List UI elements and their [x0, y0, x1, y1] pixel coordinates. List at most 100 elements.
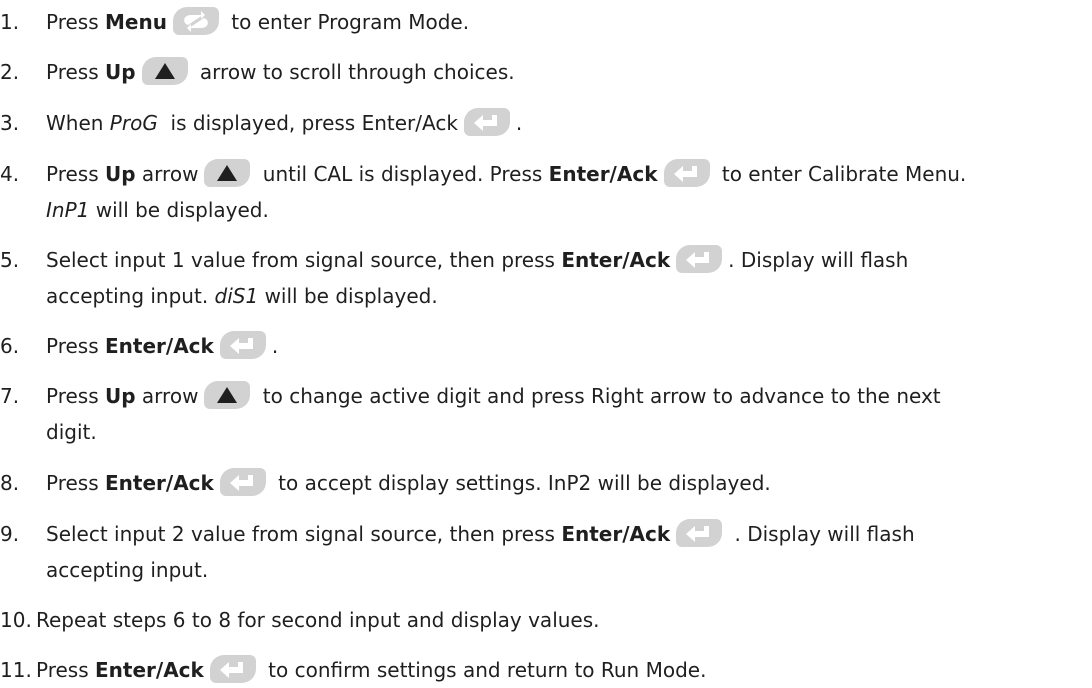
- text-run: until CAL is displayed. Press: [256, 162, 549, 186]
- display-code: diS1: [214, 284, 259, 308]
- text-run: .: [515, 111, 523, 135]
- step-text: accepting input.: [46, 552, 208, 588]
- text-run: Press: [46, 10, 105, 34]
- step-number: 8.: [0, 471, 20, 495]
- step-number: 9.: [0, 522, 20, 546]
- text-run: Select input 2 value from signal source,…: [46, 522, 562, 546]
- text-run: digit.: [46, 420, 97, 444]
- text-run: to enter Calibrate Menu.: [715, 162, 967, 186]
- text-run: . Display will flash: [728, 522, 915, 546]
- text-run: accepting input.: [46, 558, 209, 582]
- bold-term: Enter/Ack: [95, 658, 204, 682]
- up-arrow-icon: [204, 158, 251, 187]
- enter-ack-icon-glyph: [686, 251, 710, 268]
- up-symbol: [154, 62, 175, 79]
- text-run: .: [271, 334, 279, 358]
- step-text: Repeat steps 6 to 8 for second input and…: [36, 602, 600, 638]
- text-run: will be displayed.: [89, 198, 269, 222]
- text-run: accepting input.: [46, 284, 215, 308]
- step-text: When ProG is displayed, press Enter/Ack.: [46, 105, 522, 141]
- step-text: Press Up arrow to change active digit an…: [46, 378, 941, 414]
- enter-symbol: [229, 474, 253, 491]
- up-arrow-icon: [204, 380, 251, 409]
- up-arrow-icon: [141, 56, 188, 85]
- text-run: to confirm settings and return to Run Mo…: [261, 658, 707, 682]
- display-code: ProG: [109, 111, 158, 135]
- step-text: Press Up arrow until CAL is displayed. P…: [46, 156, 966, 192]
- text-run: . Display will flash: [728, 248, 909, 272]
- bold-term: Enter/Ack: [561, 248, 671, 272]
- enter-ack-icon: [219, 330, 266, 359]
- up-symbol: [217, 386, 238, 403]
- step-text: Press Up arrow to scroll through choices…: [46, 54, 515, 90]
- step-text: Press Enter/Ack to accept display settin…: [46, 465, 771, 501]
- step-text: InP1 will be displayed.: [46, 192, 269, 228]
- display-code: InP1: [46, 198, 90, 222]
- bold-term: Up: [105, 384, 136, 408]
- enter-ack-icon-glyph: [229, 474, 253, 491]
- text-run: Press: [46, 471, 105, 495]
- text-run: Press: [46, 162, 105, 186]
- up-arrow-icon-glyph: [217, 386, 238, 403]
- enter-symbol: [673, 165, 697, 182]
- step-text: Press Menu to enter Program Mode.: [46, 4, 469, 40]
- bold-term: Enter/Ack: [561, 522, 671, 546]
- step-number: 4.: [0, 162, 20, 186]
- enter-symbol: [686, 525, 710, 542]
- text-run: to change active digit and press Right a…: [256, 384, 941, 408]
- step-text: Press Enter/Ack.: [46, 328, 278, 364]
- bold-term: Menu: [105, 10, 167, 34]
- step-number: 1.: [0, 10, 20, 34]
- enter-ack-icon-glyph: [673, 165, 697, 182]
- bold-term: Up: [105, 60, 136, 84]
- text-run: Repeat steps 6 to 8 for second input and…: [36, 608, 600, 632]
- enter-symbol: [473, 114, 497, 131]
- text-run: Press: [46, 384, 105, 408]
- step-number: 6.: [0, 334, 20, 358]
- enter-symbol: [219, 661, 243, 678]
- instruction-document: 1. Press Menu to enter Program Mode. 2. Pr…: [0, 0, 1092, 683]
- up-symbol: [217, 164, 238, 181]
- up-arrow-icon-glyph: [154, 62, 175, 79]
- step-number: 3.: [0, 111, 20, 135]
- text-run: arrow to scroll through choices.: [193, 60, 515, 84]
- up-arrow-icon-glyph: [217, 164, 238, 181]
- enter-symbol: [686, 251, 710, 268]
- step-text: Select input 1 value from signal source,…: [46, 242, 908, 278]
- text-run: Press: [46, 334, 105, 358]
- bold-term: Enter/Ack: [548, 162, 658, 186]
- enter-ack-icon: [463, 107, 510, 136]
- enter-ack-icon: [209, 654, 256, 683]
- bold-term: Up: [105, 162, 136, 186]
- enter-ack-icon: [676, 244, 723, 273]
- enter-ack-icon-glyph: [219, 661, 243, 678]
- step-text: digit.: [46, 414, 97, 450]
- step-number: 7.: [0, 384, 20, 408]
- text-run: is displayed, press Enter/Ack: [157, 111, 458, 135]
- step-text: accepting input. diS1 will be displayed.: [46, 278, 438, 314]
- step-number: 5.: [0, 248, 20, 272]
- step-number: 10.: [0, 608, 32, 632]
- enter-ack-icon-glyph: [229, 337, 253, 354]
- text-run: will be displayed.: [258, 284, 438, 308]
- bold-term: Enter/Ack: [105, 471, 214, 495]
- text-run: Press: [36, 658, 95, 682]
- text-run: arrow: [135, 384, 199, 408]
- enter-ack-icon: [663, 158, 710, 187]
- text-run: Select input 1 value from signal source,…: [46, 248, 562, 272]
- text-run: When: [46, 111, 110, 135]
- text-run: to accept display settings. InP2 will be…: [271, 471, 771, 495]
- text-run: Press: [46, 60, 105, 84]
- enter-ack-icon-glyph: [686, 525, 710, 542]
- menu-loop-icon-glyph: [184, 10, 208, 32]
- bold-term: Enter/Ack: [105, 334, 214, 358]
- step-text: Press Enter/Ack to confirm settings and …: [36, 652, 706, 688]
- enter-symbol: [229, 337, 253, 354]
- menu-loop-icon: [172, 6, 219, 35]
- enter-ack-icon: [219, 467, 266, 496]
- text-run: to enter Program Mode.: [224, 10, 470, 34]
- step-number: 2.: [0, 60, 20, 84]
- text-run: arrow: [135, 162, 199, 186]
- enter-ack-icon: [676, 518, 723, 547]
- menu-loop-arrows: [184, 10, 208, 32]
